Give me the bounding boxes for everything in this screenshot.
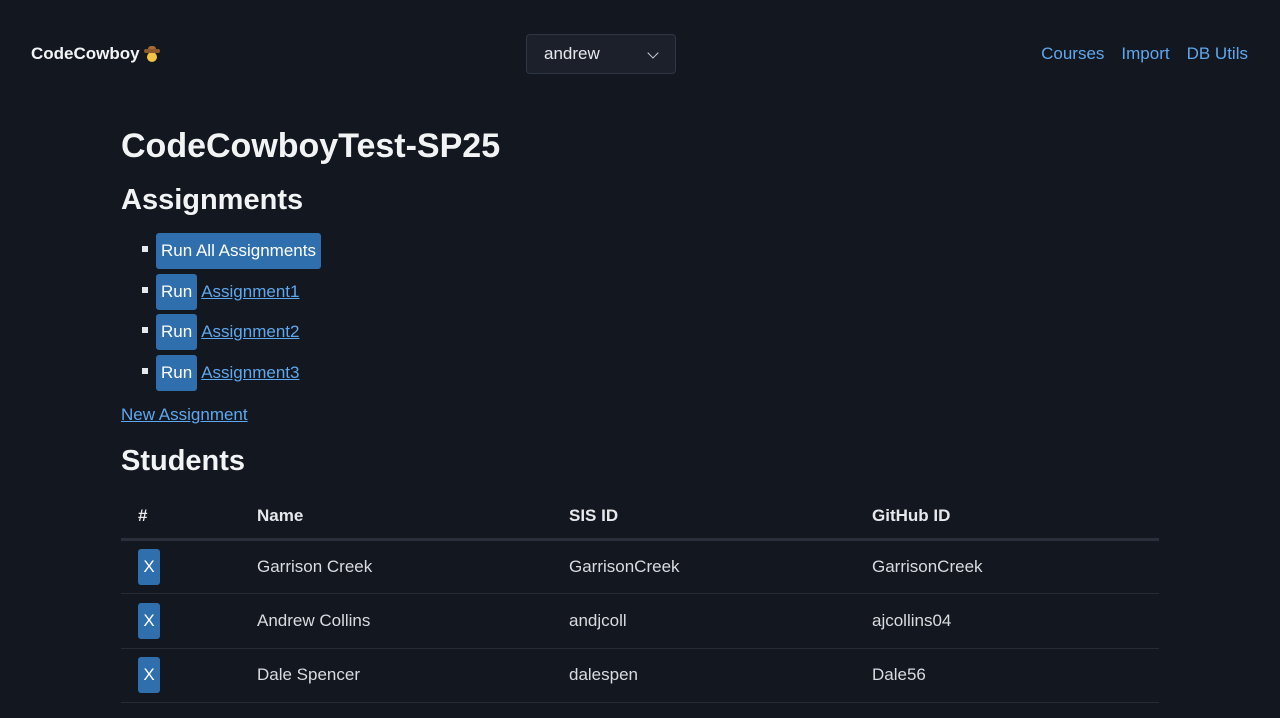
brand-logo[interactable]: CodeCowboy xyxy=(31,44,160,64)
student-github-id: Dale56 xyxy=(855,648,1159,703)
list-item: Run All Assignments xyxy=(121,231,1159,272)
run-assignment-button[interactable]: Run xyxy=(156,314,198,351)
students-heading: Students xyxy=(121,445,246,477)
column-header-github-id: GitHub ID xyxy=(855,495,1159,541)
student-github-id: GarrisonCreek xyxy=(855,539,1159,594)
cowboy-hat-face-icon xyxy=(143,46,160,62)
top-navbar: CodeCowboy andrew Courses Import DB Util… xyxy=(0,0,1280,108)
chevron-down-icon xyxy=(647,47,659,59)
column-header-sis-id: SIS ID xyxy=(552,495,855,541)
main-nav: Courses Import DB Utils xyxy=(1041,44,1248,64)
delete-student-button[interactable]: X xyxy=(138,602,160,639)
delete-cell: X xyxy=(121,539,240,594)
nav-courses-link[interactable]: Courses xyxy=(1041,44,1104,64)
delete-student-button[interactable]: X xyxy=(138,548,160,585)
nav-import-link[interactable]: Import xyxy=(1121,44,1169,64)
table-row: X Garrison Creek GarrisonCreek GarrisonC… xyxy=(121,539,1159,594)
run-assignment-button[interactable]: Run xyxy=(156,273,198,310)
assignment-link[interactable]: Assignment2 xyxy=(201,322,299,342)
student-github-id: ajcollins04 xyxy=(855,593,1159,649)
student-name: Garrison Creek xyxy=(240,539,552,594)
delete-cell: X xyxy=(121,648,240,703)
assignments-heading: Assignments xyxy=(121,184,304,216)
student-name: Dale Spencer xyxy=(240,648,552,703)
student-name: Andrew Collins xyxy=(240,593,552,649)
bullet-icon xyxy=(142,286,148,293)
nav-db-utils-link[interactable]: DB Utils xyxy=(1187,44,1248,64)
student-sis-id: dalespen xyxy=(552,648,855,703)
page-title: CodeCowboyTest-SP25 xyxy=(121,127,501,165)
assignment-link[interactable]: Assignment3 xyxy=(201,363,299,383)
table-header-row: # Name SIS ID GitHub ID xyxy=(121,495,1159,541)
list-item: Run Assignment1 xyxy=(121,272,1159,313)
student-sis-id: GarrisonCreek xyxy=(552,539,855,594)
assignment-link[interactable]: Assignment1 xyxy=(201,282,299,302)
students-table: # Name SIS ID GitHub ID X Garrison Creek… xyxy=(121,495,1159,703)
list-item: Run Assignment2 xyxy=(121,312,1159,353)
bullet-icon xyxy=(142,327,148,333)
brand-name: CodeCowboy xyxy=(31,44,140,63)
run-assignment-button[interactable]: Run xyxy=(156,354,198,391)
table-row: X Andrew Collins andjcoll ajcollins04 xyxy=(121,593,1159,649)
delete-cell: X xyxy=(121,593,240,649)
bullet-icon xyxy=(142,367,148,374)
column-header-name: Name xyxy=(240,495,552,541)
list-item: Run Assignment3 xyxy=(121,353,1159,394)
new-assignment-link[interactable]: New Assignment xyxy=(121,405,248,425)
assignment-list: Run All Assignments Run Assignment1 Run … xyxy=(121,231,1159,393)
user-select-dropdown[interactable]: andrew xyxy=(526,34,676,74)
student-sis-id: andjcoll xyxy=(552,593,855,649)
bullet-icon xyxy=(142,246,148,252)
column-header-number: # xyxy=(121,495,240,541)
table-row: X Dale Spencer dalespen Dale56 xyxy=(121,648,1159,703)
delete-student-button[interactable]: X xyxy=(138,657,160,694)
main-content: CodeCowboyTest-SP25 Assignments Run All … xyxy=(121,124,1159,703)
run-all-assignments-button[interactable]: Run All Assignments xyxy=(156,233,321,270)
user-select-value: andrew xyxy=(544,44,600,63)
